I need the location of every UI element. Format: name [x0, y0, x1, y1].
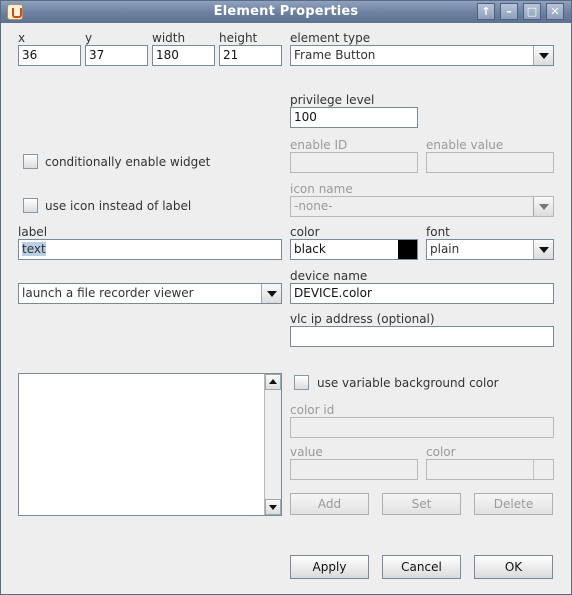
height-label: height: [219, 31, 258, 45]
icon-name-label: icon name: [290, 182, 353, 196]
chevron-down-icon[interactable]: [261, 284, 281, 303]
icon-name-value: -none-: [294, 199, 333, 213]
width-label: width: [152, 31, 186, 45]
device-name-field[interactable]: DEVICE.color: [290, 283, 554, 304]
bg-color-swatch[interactable]: [533, 460, 553, 479]
device-name-label: device name: [290, 269, 368, 283]
icon-name-select[interactable]: -none-: [290, 196, 554, 217]
font-select[interactable]: plain: [426, 239, 554, 260]
chevron-down-icon[interactable]: [533, 197, 553, 216]
close-icon[interactable]: ✕: [546, 3, 564, 20]
action-value: launch a file recorder viewer: [22, 286, 194, 300]
delete-button[interactable]: Delete: [474, 493, 553, 515]
conditionally-enable-label: conditionally enable widget: [45, 155, 211, 169]
height-field[interactable]: 21: [219, 45, 282, 66]
y-label: y: [85, 31, 93, 45]
use-icon-label: use icon instead of label: [45, 199, 192, 213]
add-button[interactable]: Add: [290, 493, 369, 515]
enable-value-field[interactable]: [426, 152, 554, 173]
action-select[interactable]: launch a file recorder viewer: [18, 283, 282, 304]
chevron-down-icon[interactable]: [533, 46, 553, 65]
width-field[interactable]: 180: [152, 45, 215, 66]
color-label: color: [290, 225, 320, 239]
font-value: plain: [430, 242, 460, 256]
bg-color-field[interactable]: [426, 459, 554, 480]
enable-value-label: enable value: [426, 138, 504, 152]
element-type-select[interactable]: Frame Button: [290, 45, 554, 66]
label-field[interactable]: text: [18, 239, 282, 260]
color-id-field[interactable]: [290, 417, 554, 438]
x-label: x: [18, 31, 26, 45]
vertical-scrollbar[interactable]: [264, 374, 281, 515]
set-button[interactable]: Set: [382, 493, 461, 515]
conditionally-enable-checkbox[interactable]: [23, 154, 38, 169]
maximize-icon[interactable]: □: [523, 3, 541, 20]
enable-id-label: enable ID: [290, 138, 348, 152]
enable-id-field[interactable]: [290, 152, 418, 173]
y-field[interactable]: 37: [85, 45, 148, 66]
scroll-up-icon[interactable]: [265, 374, 281, 390]
variable-bg-label: use variable background color: [317, 376, 499, 390]
vlc-ip-label: vlc ip address (optional): [290, 312, 435, 326]
scroll-down-icon[interactable]: [265, 499, 281, 515]
use-icon-checkbox[interactable]: [23, 198, 38, 213]
chevron-down-icon[interactable]: [533, 240, 553, 259]
x-field[interactable]: 36: [18, 45, 81, 66]
color-value: black: [294, 242, 326, 256]
color-field[interactable]: black: [290, 239, 418, 260]
label-field-value: text: [22, 242, 46, 256]
vlc-ip-field[interactable]: [290, 326, 554, 347]
element-type-label: element type: [290, 31, 371, 45]
label-label: label: [18, 225, 48, 239]
privilege-level-label: privilege level: [290, 93, 375, 107]
bg-color-label: color: [426, 445, 456, 459]
minimize-icon[interactable]: –: [500, 3, 518, 20]
bg-value-label: value: [290, 445, 323, 459]
apply-button[interactable]: Apply: [290, 555, 369, 579]
color-id-label: color id: [290, 403, 335, 417]
variable-bg-checkbox[interactable]: [294, 375, 309, 390]
element-type-value: Frame Button: [294, 48, 376, 62]
cancel-button[interactable]: Cancel: [382, 555, 461, 579]
privilege-level-field[interactable]: 100: [290, 107, 418, 128]
ok-button[interactable]: OK: [474, 555, 553, 579]
pin-icon[interactable]: ↑: [477, 3, 495, 20]
title-bar[interactable]: Element Properties ↑ – □ ✕: [1, 1, 571, 23]
font-label: font: [426, 225, 450, 239]
list-box[interactable]: [18, 373, 282, 516]
bg-value-field[interactable]: [290, 459, 418, 480]
color-swatch[interactable]: [398, 240, 417, 259]
element-properties-window: Element Properties ↑ – □ ✕ x 36 y 37 wid…: [0, 0, 572, 595]
